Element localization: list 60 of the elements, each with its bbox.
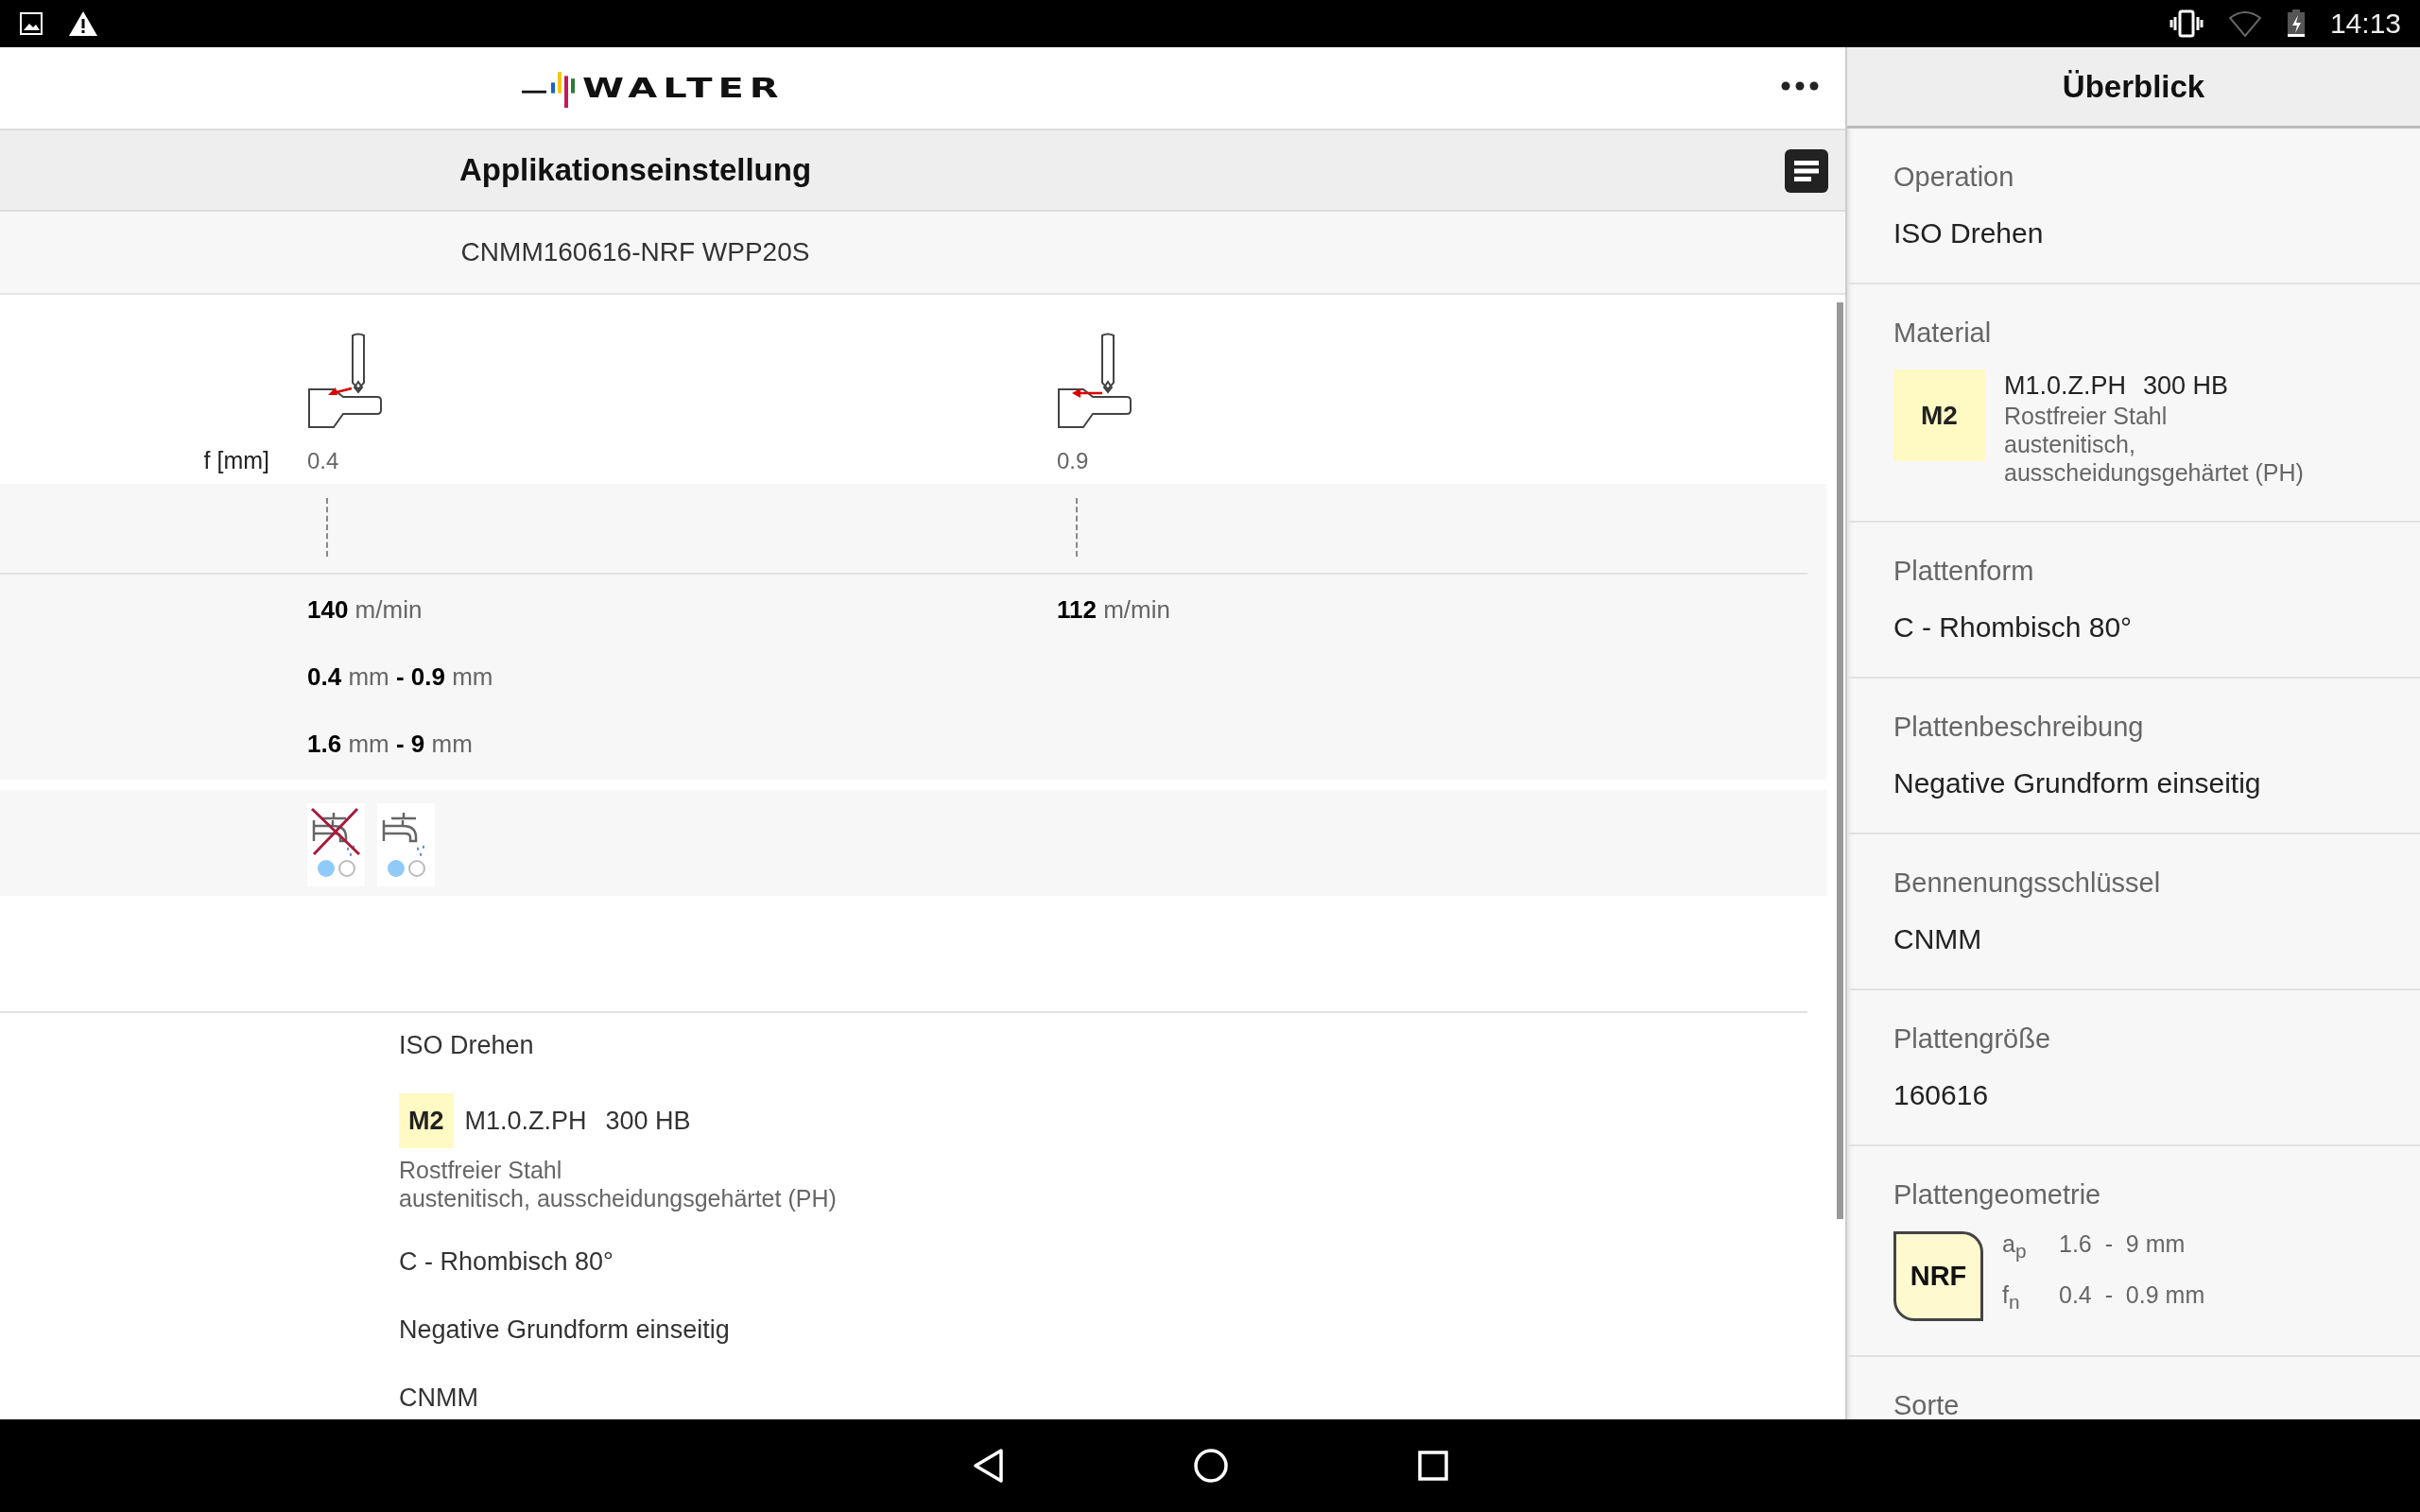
parameter-symbol: a$_{p}$ — [2002, 1229, 2028, 1263]
warning-icon — [68, 10, 98, 37]
hardness-text: 300 HB — [2143, 371, 2229, 400]
list-icon[interactable] — [1785, 149, 1828, 193]
home-icon[interactable] — [1193, 1448, 1229, 1484]
material-description: austenitisch, ausscheidungsgehärtet (PH) — [399, 1184, 838, 1212]
material-group-badge: M2 — [1893, 369, 1985, 461]
field-label: Plattengröße — [1893, 1023, 2052, 1054]
field-label: Operation — [1893, 162, 2015, 192]
hardness-text: 300 HB — [605, 1106, 691, 1136]
feed-value: 0.9 — [1057, 448, 1090, 474]
coolant-option[interactable] — [377, 803, 435, 886]
material-description: austenitisch, — [2004, 430, 2136, 458]
feed-value: 0.4 — [307, 448, 340, 474]
image-icon — [19, 11, 43, 36]
field-value: Negative Grundform einseitig — [1893, 768, 2262, 799]
material-description: Rostfreier Stahl — [399, 1156, 563, 1184]
recents-icon[interactable] — [1418, 1451, 1448, 1481]
range-value: 0.4 mm - 0.9 mm — [307, 662, 494, 693]
field-label: Plattengeometrie — [1893, 1179, 2102, 1210]
cutting-speed: 140 m/min — [307, 594, 424, 626]
clock-time: 14:13 — [2329, 8, 2401, 40]
panel-title: Überblick — [1847, 47, 2420, 129]
material-code: M1.0.Z.PH — [464, 1106, 587, 1136]
dashed-line — [326, 498, 328, 557]
geometry-badge: NRF — [1893, 1231, 1983, 1321]
parameter-range: 1.6 - 9 mm — [2059, 1229, 2187, 1259]
page-title: Applikationseinstellung — [458, 152, 813, 188]
field-label: Sorte — [1893, 1390, 1961, 1419]
field-label: Bennenungsschlüssel — [1893, 868, 2162, 898]
range-value: 1.6 mm - 9 mm — [307, 729, 474, 760]
product-code: CNMM160616-NRF WPP20S — [459, 237, 811, 267]
summary-value: CNMM — [399, 1383, 479, 1414]
parameter-symbol: f$_{n}$ — [2002, 1280, 2021, 1314]
field-value: ISO Drehen — [1893, 218, 2045, 249]
operation-text: ISO Drehen — [399, 1030, 535, 1061]
axis-label: f [mm] — [202, 447, 270, 474]
field-label: Plattenbeschreibung — [1893, 712, 2145, 742]
coolant-option[interactable] — [307, 803, 365, 886]
material-description: ausscheidungsgehärtet (PH) — [2004, 458, 2304, 487]
cutting-speed: 112 m/min — [1057, 594, 1171, 626]
field-label: Material — [1893, 318, 1993, 348]
material-description: Rostfreier Stahl — [2004, 402, 2169, 430]
summary-value: C - Rhombisch 80° — [399, 1246, 614, 1278]
battery-icon — [2286, 9, 2306, 38]
parameter-range: 0.4 - 0.9 mm — [2059, 1280, 2205, 1310]
scrollbar-thumb[interactable] — [1837, 302, 1843, 1219]
crossed-tap-icon — [309, 805, 363, 858]
field-value: C - Rhombisch 80° — [1893, 612, 2134, 643]
field-value: CNMM — [1893, 924, 1983, 954]
logo: WALTER — [522, 68, 785, 108]
dashed-line — [1076, 498, 1078, 557]
material-group-badge: M2 — [399, 1093, 454, 1148]
vibrate-icon — [2169, 9, 2204, 38]
back-icon[interactable] — [972, 1448, 1004, 1484]
material-code: M1.0.Z.PH — [2004, 371, 2127, 400]
wifi-icon — [2227, 10, 2262, 37]
field-value: 160616 — [1893, 1080, 1990, 1110]
field-label: Plattenform — [1893, 556, 2035, 586]
summary-value: Negative Grundform einseitig — [399, 1314, 731, 1346]
